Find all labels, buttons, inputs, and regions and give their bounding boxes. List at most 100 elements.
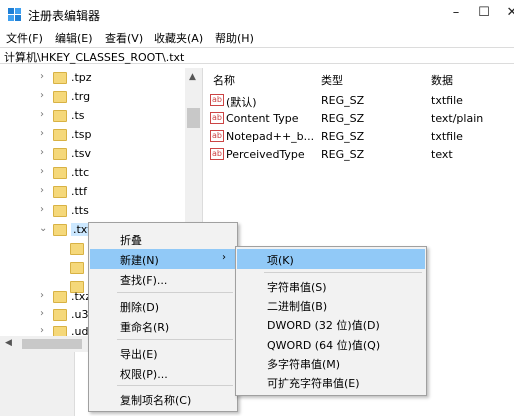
tree-item-label: .trg — [71, 90, 91, 103]
chevron-right-icon[interactable]: › — [40, 90, 44, 101]
submenu-item-label: 字符串值(S) — [267, 281, 327, 294]
value-row[interactable]: ab (默认) REG_SZ txtfile — [205, 92, 514, 109]
string-value-icon: ab — [210, 130, 224, 142]
column-header-name[interactable]: 名称 — [213, 72, 235, 88]
column-header-data[interactable]: 数据 — [431, 72, 453, 88]
value-name: Notepad++_b... — [226, 130, 315, 143]
submenu-item-dword-value[interactable]: DWORD (32 位)值(D) — [237, 314, 425, 334]
value-type: REG_SZ — [321, 94, 365, 107]
tree-item[interactable]: › .tsv — [0, 145, 185, 164]
submenu-item-label: QWORD (64 位)值(Q) — [267, 339, 381, 352]
regedit-app-icon — [8, 8, 21, 21]
address-path[interactable]: 计算机\HKEY_CLASSES_ROOT\.txt — [4, 49, 184, 65]
value-data: txtfile — [431, 130, 463, 143]
chevron-right-icon[interactable]: › — [40, 147, 44, 158]
submenu-item-qword-value[interactable]: QWORD (64 位)值(Q) — [237, 334, 425, 354]
value-data: txtfile — [431, 94, 463, 107]
folder-icon — [70, 243, 84, 255]
menu-view[interactable]: 查看(V) — [105, 30, 143, 46]
tree-item[interactable]: › .trg — [0, 88, 185, 107]
submenu-item-key[interactable]: 项(K) — [237, 249, 425, 269]
chevron-right-icon[interactable]: › — [40, 109, 44, 120]
chevron-right-icon[interactable]: › — [40, 325, 44, 336]
submenu-item-string-value[interactable]: 字符串值(S) — [237, 276, 425, 296]
context-item-label: 删除(D) — [120, 301, 160, 314]
context-item-label: 折叠 — [120, 234, 142, 247]
context-item-label: 权限(P)... — [120, 368, 168, 381]
submenu-item-multi-string-value[interactable]: 多字符串值(M) — [237, 353, 425, 373]
context-menu: 折叠 新建(N) › 查找(F)... 删除(D) 重命名(R) 导出(E) 权… — [88, 222, 238, 412]
menu-file[interactable]: 文件(F) — [6, 30, 43, 46]
context-item-permissions[interactable]: 权限(P)... — [90, 363, 236, 383]
scroll-up-icon[interactable]: ▲ — [189, 72, 196, 82]
close-button[interactable]: ✕ — [502, 4, 514, 22]
context-item-label: 导出(E) — [120, 348, 158, 361]
minimize-button[interactable]: – — [446, 4, 466, 22]
tree-item-label: .u3 — [71, 308, 89, 321]
string-value-icon: ab — [210, 94, 224, 106]
string-value-icon: ab — [210, 148, 224, 160]
scroll-left-icon[interactable]: ◀ — [5, 338, 12, 348]
value-row[interactable]: ab Notepad++_b... REG_SZ txtfile — [205, 128, 514, 145]
context-item-find[interactable]: 查找(F)... — [90, 269, 236, 289]
address-bar[interactable]: 计算机\HKEY_CLASSES_ROOT\.txt — [0, 47, 514, 64]
value-row[interactable]: ab PerceivedType REG_SZ text — [205, 146, 514, 163]
folder-icon — [53, 291, 67, 303]
tree-item-label: .tsv — [71, 147, 92, 160]
menu-edit[interactable]: 编辑(E) — [55, 30, 93, 46]
value-type: REG_SZ — [321, 130, 365, 143]
tree-item[interactable]: › .tpz — [0, 69, 185, 88]
value-name: (默认) — [226, 96, 257, 109]
chevron-right-icon[interactable]: › — [40, 128, 44, 139]
value-row[interactable]: ab Content Type REG_SZ text/plain — [205, 110, 514, 127]
context-item-delete[interactable]: 删除(D) — [90, 296, 236, 316]
tree-item[interactable]: › .ttc — [0, 164, 185, 183]
context-item-export[interactable]: 导出(E) — [90, 343, 236, 363]
menu-help[interactable]: 帮助(H) — [215, 30, 254, 46]
menu-favorites[interactable]: 收藏夹(A) — [154, 30, 203, 46]
folder-open-icon — [53, 224, 67, 236]
context-item-collapse[interactable]: 折叠 — [90, 229, 236, 249]
menu-separator — [264, 272, 422, 273]
context-item-label: 查找(F)... — [120, 274, 168, 287]
column-header-type[interactable]: 类型 — [321, 72, 343, 88]
context-item-new[interactable]: 新建(N) › — [90, 249, 236, 269]
folder-icon — [53, 167, 67, 179]
folder-icon — [53, 148, 67, 160]
menu-bar: 文件(F) 编辑(E) 查看(V) 收藏夹(A) 帮助(H) — [0, 28, 514, 46]
tree-item[interactable]: › .ts — [0, 107, 185, 126]
chevron-right-icon[interactable]: › — [40, 166, 44, 177]
folder-icon — [53, 309, 67, 321]
tree-item[interactable]: › .tts — [0, 202, 185, 221]
context-item-copy-key-name[interactable]: 复制项名称(C) — [90, 389, 236, 409]
folder-icon — [70, 262, 84, 274]
chevron-right-icon[interactable]: › — [40, 308, 44, 319]
submenu-item-label: 可扩充字符串值(E) — [267, 377, 360, 390]
chevron-right-icon[interactable]: › — [40, 290, 44, 301]
tree-item-label: .tts — [71, 204, 89, 217]
tree-item-label: .ttc — [71, 166, 90, 179]
tree-item-label: .tsp — [71, 128, 92, 141]
scroll-thumb[interactable] — [187, 108, 200, 128]
tree-item-label: .ttf — [71, 185, 87, 198]
submenu-item-label: DWORD (32 位)值(D) — [267, 319, 380, 332]
value-data: text/plain — [431, 112, 484, 125]
folder-icon — [53, 91, 67, 103]
scroll-thumb[interactable] — [22, 339, 82, 349]
value-type: REG_SZ — [321, 112, 365, 125]
tree-item-label: .ts — [71, 109, 85, 122]
menu-separator — [117, 339, 233, 340]
tree-item[interactable]: › .tsp — [0, 126, 185, 145]
context-item-label: 重命名(R) — [120, 321, 170, 334]
chevron-down-icon[interactable]: ⌄ — [39, 223, 47, 234]
context-item-rename[interactable]: 重命名(R) — [90, 316, 236, 336]
maximize-button[interactable]: ☐ — [474, 4, 494, 22]
submenu-item-expandable-string-value[interactable]: 可扩充字符串值(E) — [237, 372, 425, 392]
chevron-right-icon[interactable]: › — [40, 71, 44, 82]
submenu-item-label: 项(K) — [267, 254, 294, 267]
submenu-item-binary-value[interactable]: 二进制值(B) — [237, 295, 425, 315]
tree-item[interactable]: › .ttf — [0, 183, 185, 202]
new-submenu: 项(K) 字符串值(S) 二进制值(B) DWORD (32 位)值(D) QW… — [235, 246, 427, 396]
chevron-right-icon[interactable]: › — [40, 204, 44, 215]
chevron-right-icon[interactable]: › — [40, 185, 44, 196]
